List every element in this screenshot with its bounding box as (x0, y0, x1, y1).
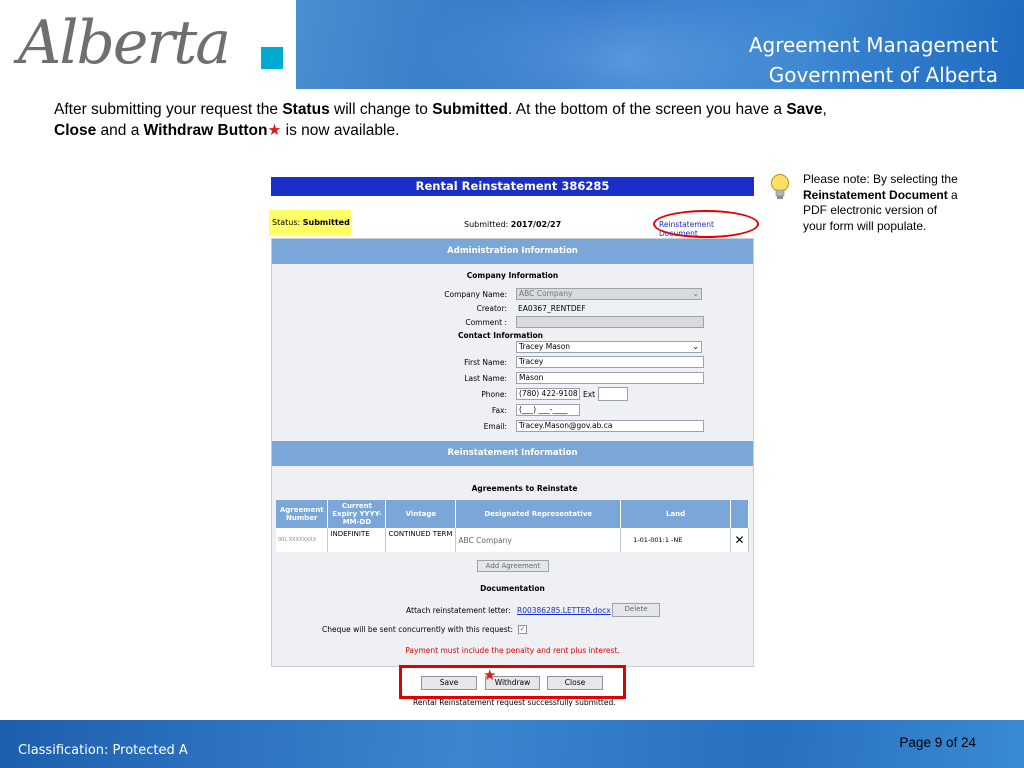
cell-rep[interactable]: ABC Company (455, 528, 622, 552)
withdraw-word: Withdraw Button (143, 122, 268, 139)
lightbulb-icon (771, 174, 789, 199)
email-field[interactable]: Tracey.Mason@gov.ab.ca (516, 420, 704, 432)
header-title: Agreement Management Government of Alber… (749, 30, 998, 90)
chevron-down-icon: ⌄ (692, 342, 699, 351)
col-land: Land (620, 500, 731, 528)
cell-vintage: CONTINUED TERM (385, 528, 457, 552)
col-vintage: Vintage (385, 500, 457, 528)
admin-section-header: Administration Information (272, 239, 753, 264)
close-button[interactable]: Close (547, 676, 603, 690)
header-title-line2: Government of Alberta (768, 63, 998, 87)
col-expiry: Current Expiry YYYY-MM-DD (327, 500, 387, 528)
phone-field[interactable]: (780) 422-9108 (516, 388, 580, 400)
contact-select[interactable]: Tracey Mason ⌄ (516, 341, 702, 353)
reinstatement-section-header: Reinstatement Information (272, 441, 753, 466)
comment-label: Comment : (465, 318, 507, 327)
status-badge: Status: Submitted (269, 210, 351, 236)
submitted-word: Submitted (432, 101, 508, 118)
payment-warning: Payment must include the penalty and ren… (405, 646, 620, 655)
documentation-heading: Documentation (480, 584, 545, 593)
ext-field[interactable] (598, 387, 628, 401)
header-title-line1: Agreement Management (748, 33, 998, 57)
page-number: Page 9 of 24 (899, 735, 976, 750)
logo-square (261, 47, 283, 69)
company-name-label: Company Name: (444, 290, 507, 299)
agreements-heading: Agreements to Reinstate (471, 484, 578, 493)
attached-file-link[interactable]: R00386285.LETTER.docx (517, 606, 611, 615)
submitted-date: Submitted: 2017/02/27 (464, 220, 562, 229)
remove-row-icon[interactable]: ✕ (730, 528, 750, 552)
note-text: Please note: By selecting the Reinstatem… (803, 172, 958, 233)
cell-land[interactable]: 1-01-001:1 -NE (620, 528, 731, 552)
alberta-logo: Alberta (18, 8, 288, 86)
creator-label: Creator: (476, 304, 507, 313)
company-info-heading: Company Information (466, 271, 559, 280)
cheque-checkbox[interactable]: ✓ (518, 625, 527, 634)
last-name-field[interactable]: Mason (516, 372, 704, 384)
intro-text: After submitting your request the Status… (54, 101, 827, 139)
slide-header: Alberta Agreement Management Government … (0, 0, 1024, 89)
classification-label: Classification: Protected A (18, 743, 188, 758)
success-message: Rental Reinstatement request successfull… (413, 698, 616, 707)
chevron-down-icon: ⌄ (692, 289, 699, 298)
star-icon: ★ (483, 667, 497, 684)
col-agreement: Agreement Number (276, 500, 329, 528)
rental-reinstatement-form: Rental Reinstatement 386285 Status: Subm… (269, 177, 759, 667)
fax-field[interactable]: (___) ___-____ (516, 404, 580, 416)
phone-label: Phone: (481, 390, 507, 399)
highlight-oval (653, 210, 759, 238)
status-word: Status (282, 101, 330, 118)
status-value: Submitted (302, 218, 350, 227)
attach-label: Attach reinstatement letter: (406, 606, 511, 615)
table-header-row: Agreement Number Current Expiry YYYY-MM-… (276, 500, 750, 528)
first-name-label: First Name: (464, 358, 507, 367)
ext-label: Ext (583, 390, 596, 399)
save-button[interactable]: Save (421, 676, 477, 690)
col-rep: Designated Representative (455, 500, 622, 528)
comment-field[interactable] (516, 316, 704, 328)
close-word: Close (54, 122, 97, 139)
agreements-table: Agreement Number Current Expiry YYYY-MM-… (276, 500, 750, 552)
creator-value: EA0367_RENTDEF (518, 304, 586, 313)
logo-text: Alberta (18, 8, 231, 78)
last-name-label: Last Name: (464, 374, 507, 383)
form-body: Administration Information Company Infor… (271, 238, 754, 667)
cell-expiry: INDEFINITE (327, 528, 387, 552)
table-row: 00L XXXXXXXX INDEFINITE CONTINUED TERM A… (276, 528, 750, 552)
contact-info-heading: Contact Information (457, 331, 544, 340)
company-name-select[interactable]: ABC Company ⌄ (516, 288, 702, 300)
save-word: Save (786, 101, 823, 118)
add-agreement-button[interactable]: Add Agreement (477, 560, 549, 572)
form-title: Rental Reinstatement 386285 (271, 177, 754, 196)
cell-agreement: 00L XXXXXXXX (276, 528, 329, 552)
fax-label: Fax: (491, 406, 507, 415)
email-label: Email: (483, 422, 507, 431)
delete-button[interactable]: Delete (612, 603, 660, 617)
cheque-label: Cheque will be sent concurrently with th… (322, 625, 514, 634)
first-name-field[interactable]: Tracey (516, 356, 704, 368)
star-icon: ★ (267, 122, 282, 139)
